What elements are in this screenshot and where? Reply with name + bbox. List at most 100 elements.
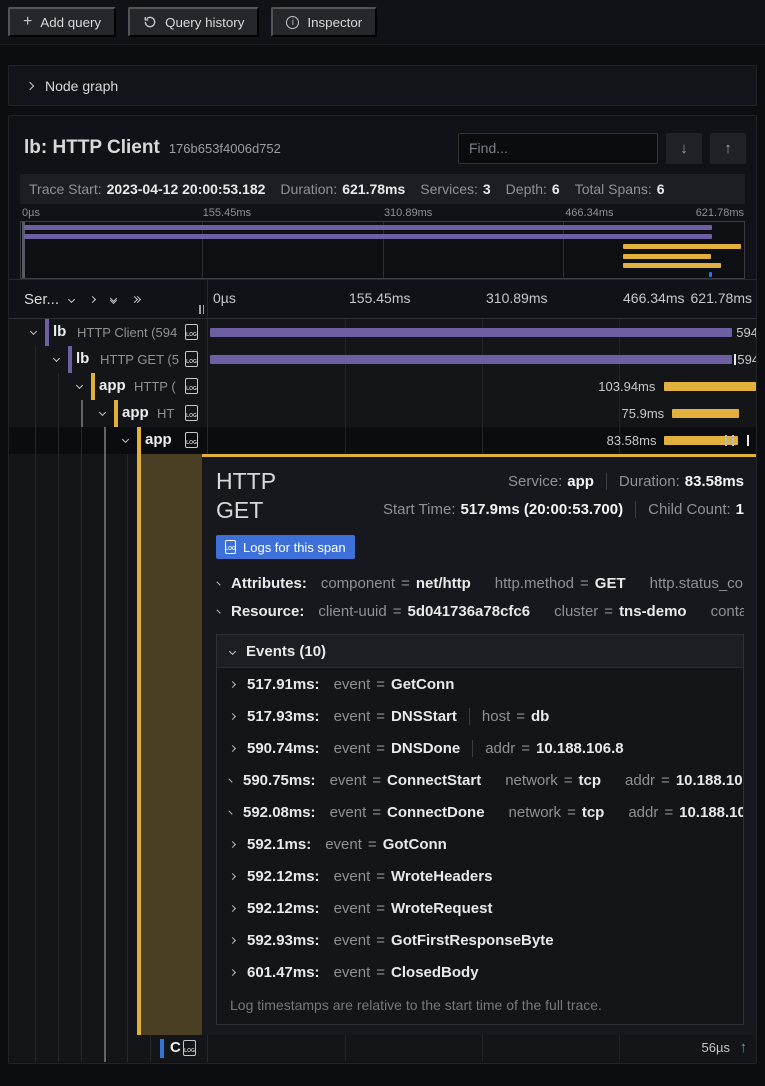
event-row[interactable]: 592.12ms: eventWroteHeaders [217, 860, 743, 892]
span-row-app-http-get-selected[interactable]: app 83.58ms [9, 427, 756, 454]
minimap-span-bar [623, 244, 741, 249]
log-icon[interactable] [183, 1040, 196, 1056]
logs-for-span-button[interactable]: Logs for this span [216, 535, 355, 559]
span-duration-bar[interactable] [672, 409, 739, 418]
event-row[interactable]: 601.47ms: eventClosedBody [217, 956, 743, 988]
span-detail-panel: HTTP GET Service:app Duration:83.58ms St… [202, 454, 756, 1035]
node-graph-title: Node graph [45, 78, 118, 94]
service-color-bar [160, 1039, 164, 1058]
service-color-bar [91, 373, 95, 400]
trace-duration-value: 621.78ms [342, 181, 405, 197]
event-row[interactable]: 592.08ms: eventConnectDone networktcp ad… [217, 796, 743, 828]
event-row[interactable]: 517.91ms: eventGetConn [217, 668, 743, 700]
attributes-row[interactable]: Attributes: componentnet/http http.metho… [216, 575, 744, 592]
service-color-bar [137, 427, 141, 454]
query-history-button[interactable]: Query history [128, 7, 259, 37]
detail-service-value: app [567, 473, 594, 490]
trace-start-value: 2023-04-12 20:00:53.182 [107, 181, 266, 197]
log-icon[interactable] [185, 378, 198, 394]
event-row[interactable]: 517.93ms: eventDNSStart hostdb [217, 700, 743, 732]
trace-header: lb: HTTP Client 176b653f4006d752 [9, 116, 756, 166]
service-color-bar [114, 400, 118, 427]
trace-meta-bar: Trace Start:2023-04-12 20:00:53.182 Dura… [20, 174, 745, 204]
minimap-scrubber-handle[interactable] [22, 222, 25, 278]
chevron-right-icon [216, 609, 220, 613]
event-tick [747, 435, 749, 446]
detail-start-time-value: 517.9ms (20:00:53.700) [460, 501, 623, 518]
gridline [383, 222, 384, 278]
event-row[interactable]: 592.12ms: eventWroteRequest [217, 892, 743, 924]
column-resize-handle[interactable] [199, 305, 204, 314]
span-table-header: Ser... 0µs 155.45ms 310.89ms 466.34ms 62… [9, 279, 756, 319]
chevron-right-icon [26, 81, 34, 89]
services-count: 3 [483, 181, 491, 197]
span-duration-bar[interactable] [210, 355, 732, 364]
events-footer-note: Log timestamps are relative to the start… [217, 988, 743, 1024]
find-next-button[interactable] [666, 133, 702, 164]
log-icon[interactable] [185, 432, 198, 448]
inspector-button[interactable]: i Inspector [271, 7, 377, 37]
span-detail-row: HTTP GET Service:app Duration:83.58ms St… [9, 454, 756, 1035]
minimap-span-bar [623, 254, 711, 259]
minimap-span-bar [709, 272, 712, 277]
collapse-all-icon[interactable] [111, 296, 116, 303]
find-prev-button[interactable] [710, 133, 746, 164]
events-header[interactable]: Events (10) [217, 635, 743, 668]
chevron-down-icon[interactable] [53, 355, 60, 362]
history-icon [143, 15, 157, 29]
minimap-canvas[interactable] [20, 221, 745, 279]
log-icon[interactable] [185, 324, 198, 340]
chevron-down-icon[interactable] [99, 409, 106, 416]
chevron-down-icon[interactable] [122, 436, 129, 443]
expand-all-icon[interactable] [132, 297, 140, 302]
trace-panel: lb: HTTP Client 176b653f4006d752 Trace S… [8, 115, 757, 1064]
chevron-down-icon[interactable] [68, 295, 75, 302]
gridline [202, 222, 203, 278]
resource-row[interactable]: Resource: client-uuid5d041736a78cfc6 clu… [216, 603, 744, 620]
chevron-down-icon [229, 647, 236, 654]
resource-pair: contai... [711, 603, 744, 620]
column-title: Ser... [24, 291, 59, 308]
attribute-pair: http.status_co... [650, 575, 744, 592]
find-input[interactable] [458, 133, 658, 164]
span-row-db[interactable]: C 56µs [9, 1035, 756, 1062]
span-row-app-http-get[interactable]: app HT 75.9ms [9, 400, 756, 427]
minimap-span-bar [24, 234, 712, 239]
detail-child-count-value: 1 [736, 501, 744, 518]
expand-one-icon[interactable] [89, 295, 96, 302]
event-row[interactable]: 590.74ms: eventDNSDone addr10.188.106.8 [217, 732, 743, 764]
minimap-axis: 0µs 155.45ms 310.89ms 466.34ms 621.78ms [20, 207, 745, 221]
span-row-lb-http-client[interactable]: lb HTTP Client (594 594 [9, 319, 756, 346]
span-duration-bar[interactable] [664, 382, 756, 391]
service-operation-column-header[interactable]: Ser... [9, 280, 207, 318]
chevron-down-icon[interactable] [76, 382, 83, 389]
minimap-span-bar [623, 263, 721, 268]
node-graph-section[interactable]: Node graph [8, 65, 757, 106]
trace-minimap[interactable]: 0µs 155.45ms 310.89ms 466.34ms 621.78ms [20, 207, 745, 279]
log-icon[interactable] [185, 351, 198, 367]
selected-span-tint-strip [141, 454, 202, 1035]
query-toolbar: Add query Query history i Inspector [0, 0, 765, 45]
depth-value: 6 [552, 181, 560, 197]
offscreen-span-arrow-icon [740, 1039, 748, 1056]
minimap-span-bar [24, 225, 712, 230]
chevron-down-icon[interactable] [30, 328, 37, 335]
service-color-bar [45, 319, 49, 346]
trace-id: 176b653f4006d752 [169, 141, 281, 156]
service-color-bar [68, 346, 72, 373]
add-query-button[interactable]: Add query [8, 7, 116, 37]
span-duration-bar[interactable] [210, 328, 732, 337]
resource-pair: clustertns-demo [554, 603, 686, 620]
event-row[interactable]: 592.93ms: eventGotFirstResponseByte [217, 924, 743, 956]
trace-title: lb: HTTP Client [24, 137, 160, 159]
span-operation-title: HTTP GET [216, 467, 316, 525]
event-row[interactable]: 590.75ms: eventConnectStart networktcp a… [217, 764, 743, 796]
event-row[interactable]: 592.1ms: eventGotConn [217, 828, 743, 860]
event-tick [732, 435, 734, 446]
span-row-app-http-client[interactable]: app HTTP ( 103.94ms [9, 373, 756, 400]
total-spans-value: 6 [657, 181, 665, 197]
span-row-lb-http-get[interactable]: lb HTTP GET (5 594 [9, 346, 756, 373]
log-icon[interactable] [185, 405, 198, 421]
attribute-pair: http.methodGET [495, 575, 626, 592]
info-icon: i [286, 16, 299, 29]
